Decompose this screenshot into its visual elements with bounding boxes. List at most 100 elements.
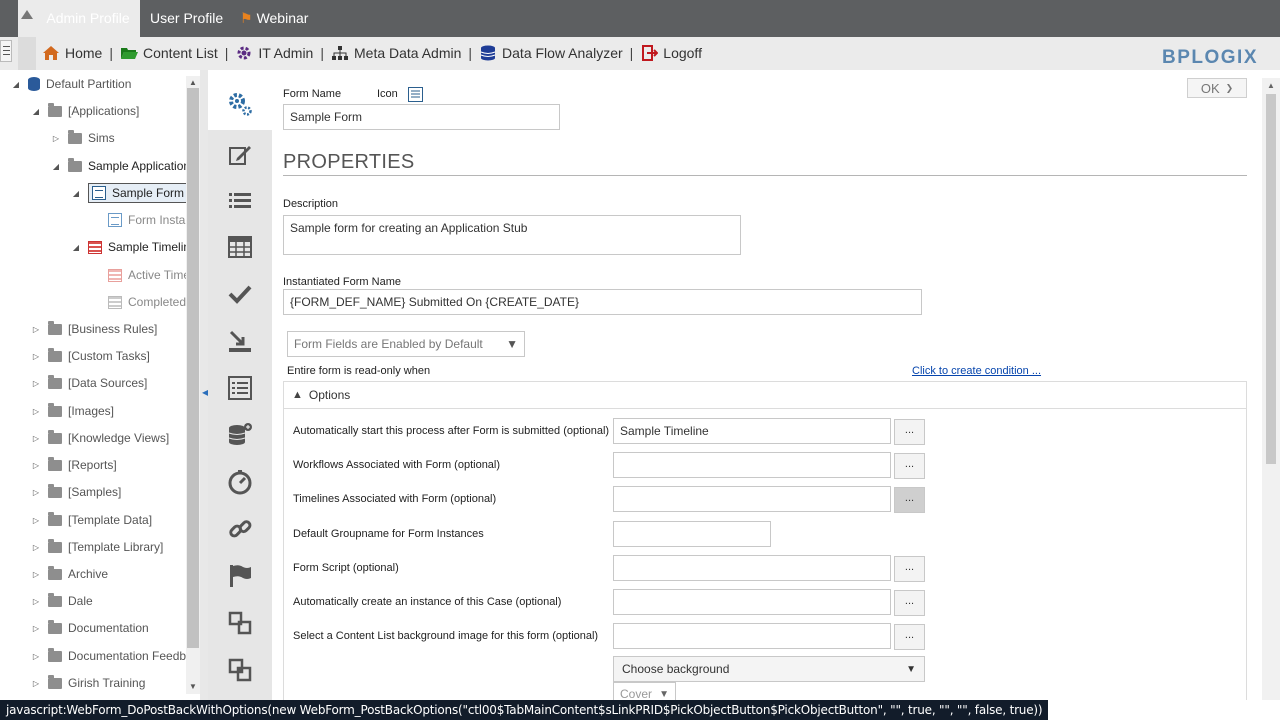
- expand-arrow-icon[interactable]: ▷: [30, 352, 42, 361]
- nav-home[interactable]: Home: [42, 45, 102, 61]
- collapse-arrow-icon[interactable]: ◢: [10, 80, 22, 89]
- tree-item-completed[interactable]: Completed: [90, 291, 186, 313]
- tree-item-samples[interactable]: ▷ [Samples]: [30, 481, 121, 503]
- expand-arrow-icon[interactable]: ▷: [30, 325, 42, 334]
- workflows-picker-button[interactable]: ...: [894, 453, 925, 479]
- tab-milestones[interactable]: [208, 553, 272, 599]
- instantiated-form-name-input[interactable]: {FORM_DEF_NAME} Submitted On {CREATE_DAT…: [283, 289, 922, 315]
- tab-user-profile[interactable]: User Profile: [150, 0, 223, 37]
- tab-validation[interactable]: [208, 271, 272, 317]
- scroll-thumb[interactable]: [1266, 94, 1276, 464]
- tab-performance[interactable]: [208, 459, 272, 505]
- create-condition-link[interactable]: Click to create condition ...: [912, 365, 1041, 377]
- tree-item-archive[interactable]: ▷ Archive: [30, 563, 108, 585]
- form-icon-picker[interactable]: [408, 87, 423, 102]
- nav-content-list[interactable]: Content List: [120, 45, 218, 61]
- background-image-input[interactable]: [613, 623, 891, 649]
- tree-item-sample-form[interactable]: ◢ Sample Form: [70, 182, 186, 204]
- collapse-arrow-icon[interactable]: ◢: [70, 243, 82, 252]
- cover-select[interactable]: Cover ▼: [613, 682, 676, 700]
- expand-arrow-icon[interactable]: ▷: [30, 407, 42, 416]
- expand-arrow-icon[interactable]: ▷: [30, 379, 42, 388]
- workflows-input[interactable]: [613, 452, 891, 478]
- background-image-picker-button[interactable]: ...: [894, 624, 925, 650]
- collapse-arrow-icon[interactable]: ◢: [50, 162, 62, 171]
- expand-arrow-icon[interactable]: ▷: [30, 543, 42, 552]
- tree-item-sims[interactable]: ▷ Sims: [50, 127, 115, 149]
- tab-links[interactable]: [208, 506, 272, 552]
- expand-arrow-icon[interactable]: ▷: [30, 516, 42, 525]
- fields-enabled-select[interactable]: Form Fields are Enabled by Default ▼: [287, 331, 525, 357]
- tab-import[interactable]: [208, 318, 272, 364]
- tab-table[interactable]: [208, 224, 272, 270]
- expand-arrow-icon[interactable]: ▷: [30, 624, 42, 633]
- tree-item-template-data[interactable]: ▷ [Template Data]: [30, 509, 152, 531]
- timelines-picker-button[interactable]: ...: [894, 487, 925, 513]
- nav-it-admin[interactable]: IT Admin: [235, 45, 313, 61]
- tree-item-template-library[interactable]: ▷ [Template Library]: [30, 536, 163, 558]
- menu-icon[interactable]: [0, 40, 12, 62]
- tree-scrollbar[interactable]: ▲ ▼: [186, 76, 200, 694]
- expand-arrow-icon[interactable]: ▷: [30, 652, 42, 661]
- tab-edit[interactable]: [208, 132, 272, 178]
- ok-button[interactable]: OK ❯: [1187, 78, 1247, 98]
- tree-item-documentation[interactable]: ▷ Documentation: [30, 617, 149, 639]
- collapse-arrow-icon[interactable]: ◢: [70, 189, 82, 198]
- nav-logoff[interactable]: Logoff: [640, 45, 702, 61]
- form-name-input[interactable]: Sample Form: [283, 104, 560, 130]
- tree-item-sample-application[interactable]: ◢ Sample Application: [50, 155, 186, 177]
- tab-list[interactable]: [208, 178, 272, 224]
- tree-item-business-rules[interactable]: ▷ [Business Rules]: [30, 318, 157, 340]
- scroll-thumb[interactable]: [187, 88, 199, 648]
- tree-item-applications[interactable]: ◢ [Applications]: [30, 100, 139, 122]
- tree-item-data-sources[interactable]: ▷ [Data Sources]: [30, 372, 147, 394]
- tree-item-sample-timeline[interactable]: ◢ Sample Timeline: [70, 236, 186, 258]
- tree-item-form-instances[interactable]: Form Instances: [90, 209, 186, 231]
- tab-copy[interactable]: [208, 600, 272, 646]
- description-textarea[interactable]: Sample form for creating an Application …: [283, 215, 741, 255]
- expand-arrow-icon[interactable]: ▷: [30, 570, 42, 579]
- timelines-input[interactable]: [613, 486, 891, 512]
- scroll-down-icon[interactable]: ▼: [189, 682, 197, 691]
- tab-form-list[interactable]: [208, 365, 272, 411]
- tree-item-knowledge-views[interactable]: ▷ [Knowledge Views]: [30, 427, 169, 449]
- tree-item-reports[interactable]: ▷ [Reports]: [30, 454, 117, 476]
- tree-item-dale[interactable]: ▷ Dale: [30, 590, 93, 612]
- expand-arrow-icon[interactable]: ▷: [30, 597, 42, 606]
- options-header[interactable]: ▲ Options: [284, 382, 1246, 409]
- auto-case-picker-button[interactable]: ...: [894, 590, 925, 616]
- auto-case-input[interactable]: [613, 589, 891, 615]
- auto-start-picker-button[interactable]: ...: [894, 419, 925, 445]
- tab-webinar[interactable]: ⚑ Webinar: [240, 0, 308, 37]
- tree-item-girish-training[interactable]: ▷ Girish Training: [30, 672, 145, 694]
- collapse-arrow-icon[interactable]: ◢: [30, 107, 42, 116]
- groupname-input[interactable]: [613, 521, 771, 547]
- tree-item-custom-tasks[interactable]: ▷ [Custom Tasks]: [30, 345, 150, 367]
- tab-properties[interactable]: [208, 78, 272, 130]
- form-script-input[interactable]: [613, 555, 891, 581]
- pane-splitter[interactable]: ◀: [200, 70, 208, 700]
- tree-item-label: Sims: [88, 131, 115, 145]
- form-script-picker-button[interactable]: ...: [894, 556, 925, 582]
- tree-item-default-partition[interactable]: ◢ Default Partition: [10, 73, 131, 95]
- tab-clone[interactable]: [208, 647, 272, 693]
- tree-item-images[interactable]: ▷ [Images]: [30, 400, 114, 422]
- selected-tree-item[interactable]: Sample Form: [88, 183, 186, 203]
- scroll-up-icon[interactable]: ▲: [1267, 81, 1275, 90]
- tree-item-documentation-feedback[interactable]: ▷ Documentation Feedback: [30, 645, 186, 667]
- expand-arrow-icon[interactable]: ▷: [30, 488, 42, 497]
- main-scrollbar[interactable]: ▲: [1262, 78, 1280, 700]
- expand-arrow-icon[interactable]: ▷: [30, 461, 42, 470]
- expand-arrow-icon[interactable]: ▷: [30, 679, 42, 688]
- tree-item-active-timelines[interactable]: Active Timelines: [90, 264, 186, 286]
- auto-start-input[interactable]: Sample Timeline: [613, 418, 891, 444]
- expand-arrow-icon[interactable]: ▷: [30, 434, 42, 443]
- expand-arrow-icon[interactable]: ▷: [50, 134, 62, 143]
- tab-data-sources[interactable]: [208, 412, 272, 458]
- nav-data-flow-analyzer[interactable]: Data Flow Analyzer: [479, 45, 623, 61]
- tab-admin-profile[interactable]: Admin Profile: [36, 0, 140, 37]
- nav-meta-data-admin[interactable]: Meta Data Admin: [331, 45, 461, 61]
- collapse-handle[interactable]: [18, 0, 36, 37]
- scroll-up-icon[interactable]: ▲: [189, 78, 197, 87]
- choose-background-select[interactable]: Choose background ▼: [613, 656, 925, 682]
